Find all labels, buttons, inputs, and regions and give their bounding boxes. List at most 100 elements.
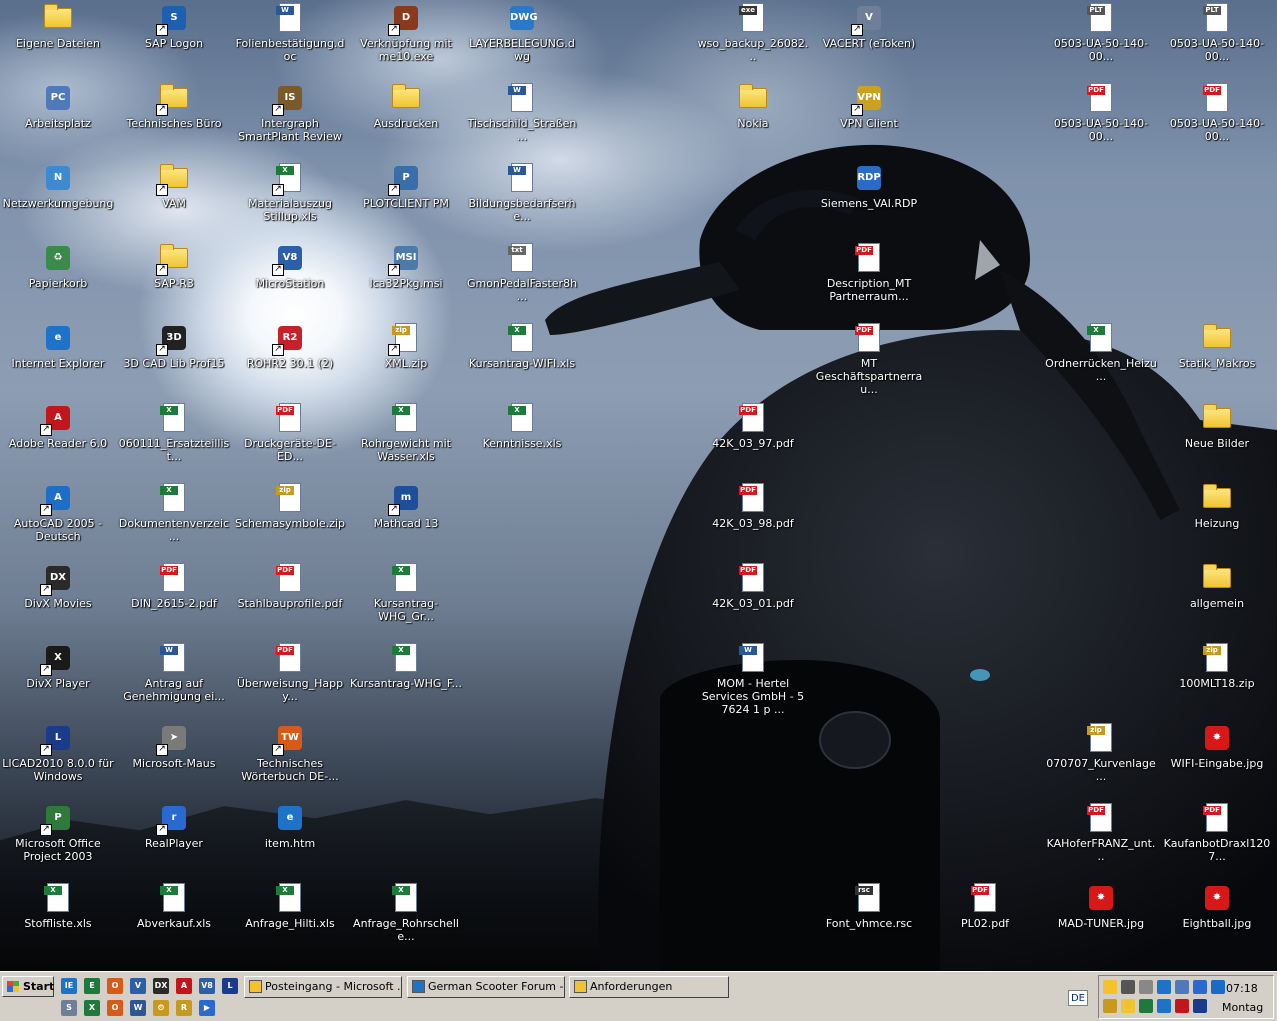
desktop-icon[interactable]: rsc Font_vhmce.rsc [811, 880, 927, 930]
desktop-icon[interactable]: exe wso_backup_26082... [695, 0, 811, 63]
desktop-icon[interactable]: D ↗ Verknüpfung mit me10.exe [348, 0, 464, 63]
tray-icon[interactable] [1175, 999, 1189, 1013]
quick-launch-icon[interactable]: W [130, 1000, 146, 1016]
desktop-icon[interactable]: PLT 0503-UA-50-140-00... [1043, 0, 1159, 63]
desktop-icon[interactable]: PDF MT Geschäftspartnerrau... [811, 320, 927, 396]
desktop-icon[interactable]: DWG LAYERBELEGUNG.dwg [464, 0, 580, 63]
desktop-icon[interactable]: Neue Bilder [1159, 400, 1275, 450]
desktop-icon[interactable]: zip 100MLT18.zip [1159, 640, 1275, 690]
desktop-icon[interactable]: W Antrag auf Genehmigung ei... [116, 640, 232, 703]
quick-launch-icon[interactable]: S [61, 1000, 77, 1016]
desktop-icon[interactable]: S ↗ SAP Logon [116, 0, 232, 50]
desktop-icon[interactable]: ↗ VAM [116, 160, 232, 210]
quick-launch-icon[interactable]: ⏲ [153, 1000, 169, 1016]
desktop-icon[interactable]: ↗ SAP-R3 [116, 240, 232, 290]
desktop-icon[interactable]: X Dokumentenverzeic... [116, 480, 232, 543]
desktop-icon[interactable]: PDF Druckgeräte-DE-ED... [232, 400, 348, 463]
desktop-icon[interactable]: W Bildungsbedarfserhe... [464, 160, 580, 223]
desktop-icon[interactable]: V8 ↗ MicroStation [232, 240, 348, 290]
clock-time[interactable]: 07:18 [1226, 982, 1258, 995]
desktop-icon[interactable]: W MOM - Hertel Services GmbH - 5 7624 1 p… [695, 640, 811, 716]
quick-launch-icon[interactable]: IE [61, 978, 77, 994]
desktop-icon[interactable]: MSI ↗ Ica32Pkg.msi [348, 240, 464, 290]
desktop-icon[interactable]: DX ↗ DivX Movies [0, 560, 116, 610]
desktop-icon[interactable]: PDF DIN_2615-2.pdf [116, 560, 232, 610]
start-button[interactable]: Start [2, 976, 54, 997]
desktop-icon[interactable]: PDF KaufanbotDraxl1207... [1159, 800, 1275, 863]
desktop-icon[interactable]: Eigene Dateien [0, 0, 116, 50]
desktop-icon[interactable]: ♻ Papierkorb [0, 240, 116, 290]
desktop-icon[interactable]: zip ↗ XML.zip [348, 320, 464, 370]
quick-launch-icon[interactable]: ▶ [199, 1000, 215, 1016]
tray-icon[interactable] [1139, 980, 1153, 994]
quick-launch-icon[interactable]: O [107, 978, 123, 994]
desktop-icon[interactable]: PDF Description_MT Partnerraum... [811, 240, 927, 303]
desktop-icon[interactable]: TW ↗ Technisches Wörterbuch DE-... [232, 720, 348, 783]
desktop-icon[interactable]: ↗ Technisches Büro [116, 80, 232, 130]
desktop-icon[interactable]: Ausdrucken [348, 80, 464, 130]
desktop-icon[interactable]: PDF 42K_03_97.pdf [695, 400, 811, 450]
quick-launch-icon[interactable]: V [130, 978, 146, 994]
tray-icon[interactable] [1121, 999, 1135, 1013]
desktop-icon[interactable]: ✸ MAD-TUNER.jpg [1043, 880, 1159, 930]
desktop-icon[interactable]: PDF KAHoferFRANZ_unt... [1043, 800, 1159, 863]
quick-launch-icon[interactable]: O [107, 1000, 123, 1016]
tray-icon[interactable] [1193, 980, 1207, 994]
desktop-icon[interactable]: r ↗ RealPlayer [116, 800, 232, 850]
desktop-icon[interactable]: X Abverkauf.xls [116, 880, 232, 930]
tray-icon[interactable] [1157, 999, 1171, 1013]
desktop-icon[interactable]: txt GmonPedalFaster8h... [464, 240, 580, 303]
desktop-icon[interactable]: L ↗ LICAD2010 8.0.0 für Windows [0, 720, 116, 783]
desktop-icon[interactable]: X 060111_Ersatzteillist... [116, 400, 232, 463]
desktop-icon[interactable]: PLT 0503-UA-50-140-00... [1159, 0, 1275, 63]
desktop-icon[interactable]: allgemein [1159, 560, 1275, 610]
quick-launch-icon[interactable]: R [176, 1000, 192, 1016]
desktop-icon[interactable]: X ↗ Materialauszug Stillup.xls [232, 160, 348, 223]
quick-launch-icon[interactable]: X [84, 1000, 100, 1016]
desktop-icon[interactable]: X Kursantrag-WIFI.xls [464, 320, 580, 370]
desktop-icon[interactable]: X Ordnerrücken_Heizu... [1043, 320, 1159, 383]
desktop-icon[interactable]: m ↗ Mathcad 13 [348, 480, 464, 530]
desktop-icon[interactable]: X Kursantrag-WHG_Gr... [348, 560, 464, 623]
quick-launch-icon[interactable]: E [84, 978, 100, 994]
desktop-icon[interactable]: e item.htm [232, 800, 348, 850]
desktop-icon[interactable]: ➤ ↗ Microsoft-Maus [116, 720, 232, 770]
desktop-icon[interactable]: X Anfrage_Hilti.xls [232, 880, 348, 930]
desktop-icon[interactable]: PDF 42K_03_98.pdf [695, 480, 811, 530]
desktop-icon[interactable]: Heizung [1159, 480, 1275, 530]
desktop-icon[interactable]: PDF 0503-UA-50-140-00... [1043, 80, 1159, 143]
desktop-icon[interactable]: Nokia [695, 80, 811, 130]
desktop-icon[interactable]: IS ↗ Intergraph SmartPlant Review [232, 80, 348, 143]
desktop-icon[interactable]: P ↗ PLOTCLIENT PM [348, 160, 464, 210]
desktop-icon[interactable]: e Internet Explorer [0, 320, 116, 370]
desktop-icon[interactable]: PDF PL02.pdf [927, 880, 1043, 930]
desktop-icon[interactable]: PDF 42K_03_01.pdf [695, 560, 811, 610]
taskbar-button[interactable]: German Scooter Forum -... [407, 976, 565, 998]
tray-icon[interactable] [1103, 999, 1117, 1013]
quick-launch-icon[interactable]: V8 [199, 978, 215, 994]
quick-launch-icon[interactable]: L [222, 978, 238, 994]
desktop-icon[interactable]: W Folienbestätigung.doc [232, 0, 348, 63]
tray-icon[interactable] [1103, 980, 1117, 994]
tray-icon[interactable] [1211, 980, 1225, 994]
desktop-icon[interactable]: ✸ WIFI-Eingabe.jpg [1159, 720, 1275, 770]
desktop-icon[interactable]: W Tischschild_Straßen... [464, 80, 580, 143]
desktop-icon[interactable]: P ↗ Microsoft Office Project 2003 [0, 800, 116, 863]
desktop-icon[interactable]: X Kenntnisse.xls [464, 400, 580, 450]
desktop-icon[interactable]: PDF Stahlbauprofile.pdf [232, 560, 348, 610]
desktop-icon[interactable]: X ↗ DivX Player [0, 640, 116, 690]
tray-icon[interactable] [1157, 980, 1171, 994]
tray-icon[interactable] [1193, 999, 1207, 1013]
desktop-icon[interactable]: A ↗ Adobe Reader 6.0 [0, 400, 116, 450]
desktop-icon[interactable]: X Rohrgewicht mit Wasser.xls [348, 400, 464, 463]
desktop-icon[interactable]: zip 070707_Kurvenlage... [1043, 720, 1159, 783]
desktop-icon[interactable]: N Netzwerkumgebung [0, 160, 116, 210]
desktop-icon[interactable]: 3D ↗ 3D CAD Lib Prof15 [116, 320, 232, 370]
desktop-icon[interactable]: R2 ↗ ROHR2 30.1 (2) [232, 320, 348, 370]
taskbar-button[interactable]: Anforderungen [569, 976, 729, 998]
desktop-icon[interactable]: X Stoffliste.xls [0, 880, 116, 930]
tray-icon[interactable] [1175, 980, 1189, 994]
desktop-icon[interactable]: X Anfrage_Rohrschelle... [348, 880, 464, 943]
desktop-icon[interactable]: Statik_Makros [1159, 320, 1275, 370]
desktop-icon[interactable]: RDP Siemens_VAI.RDP [811, 160, 927, 210]
